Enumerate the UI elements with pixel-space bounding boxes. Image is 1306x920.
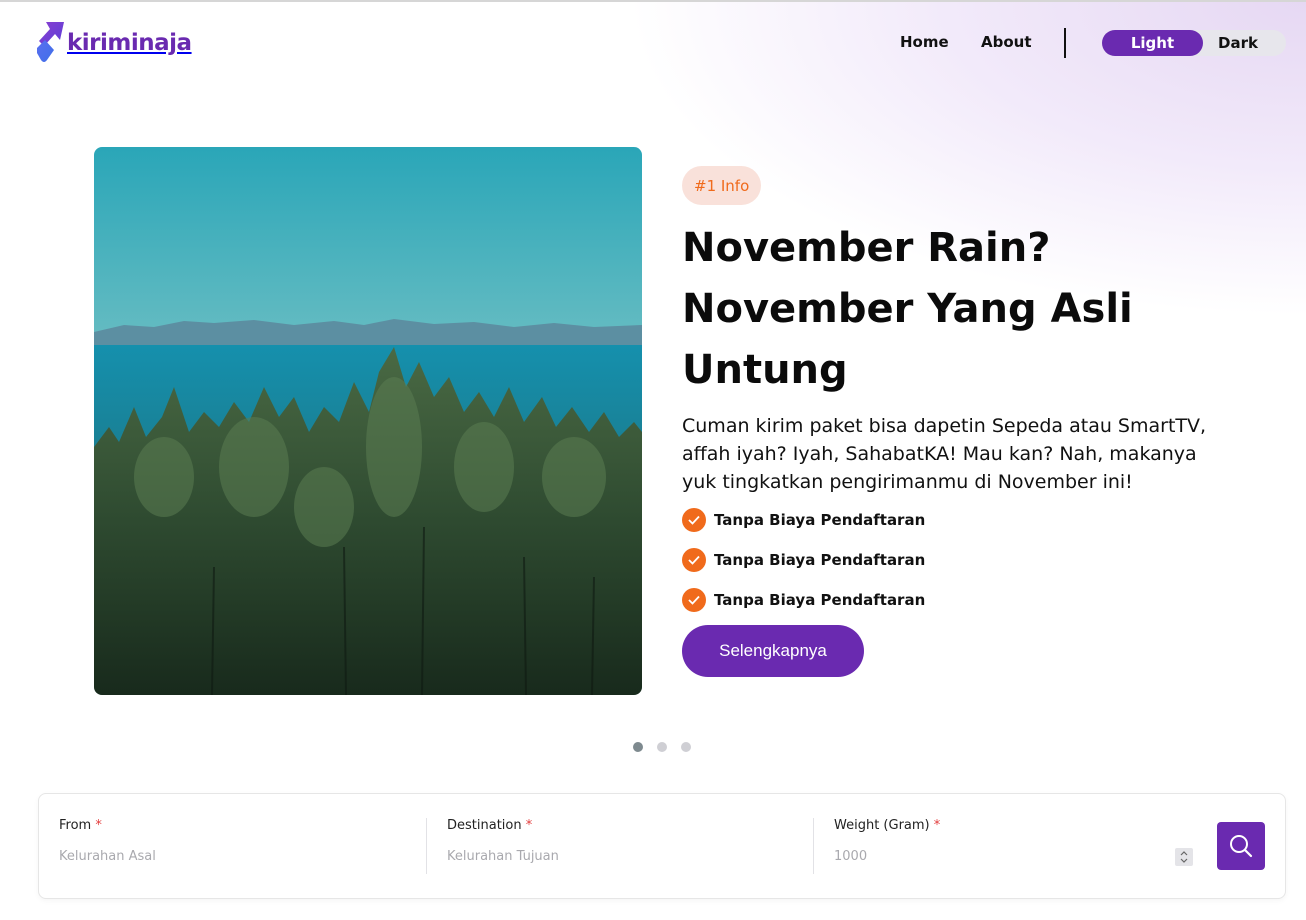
logo[interactable]: kiriminaja [36,20,192,64]
check-icon [682,548,706,572]
theme-dark-button[interactable]: Dark [1203,30,1273,56]
weight-label-text: Weight (Gram) [834,818,930,833]
required-mark: * [95,818,102,833]
logo-text: kiriminaja [67,30,192,56]
shipping-search-form: From * Destination * Weight (Gram) * [38,793,1286,899]
selengkapnya-button[interactable]: Selengkapnya [682,625,864,677]
nav-home[interactable]: Home [900,33,949,51]
carousel-dot-2[interactable] [657,742,667,752]
benefit-item: Tanpa Biaya Pendaftaran [682,588,925,612]
field-divider [426,818,427,874]
carousel-dot-3[interactable] [681,742,691,752]
benefit-label: Tanpa Biaya Pendaftaran [714,551,926,569]
logo-arrow-icon [37,22,64,62]
hero-description: Cuman kirim paket bisa dapetin Sepeda at… [682,415,1207,493]
from-label-text: From [59,818,92,833]
weight-input[interactable] [834,846,1154,866]
headline-line-2: November Yang Asli [682,286,1133,332]
benefit-item: Tanpa Biaya Pendaftaran [682,508,925,532]
from-label: From * [59,818,419,833]
weight-label: Weight (Gram) * [834,818,1164,833]
nav-about[interactable]: About [981,33,1032,51]
hero-image [94,147,642,695]
from-input[interactable] [59,846,399,866]
required-mark: * [933,818,941,833]
theme-light-button[interactable]: Light [1102,30,1203,56]
destination-field: Destination * [447,818,807,866]
hero-headline: November Rain? November Yang Asli Untung [682,218,1242,401]
info-badge: #1 Info [682,166,762,205]
check-icon [682,508,706,532]
destination-input[interactable] [447,846,787,866]
headline-line-3: Untung [682,347,848,393]
weight-stepper[interactable] [1175,848,1193,866]
check-icon [682,588,706,612]
search-icon [1230,835,1253,858]
search-button[interactable] [1217,822,1265,870]
benefit-item: Tanpa Biaya Pendaftaran [682,548,925,572]
chevron-up-icon[interactable] [1180,851,1188,856]
headline-line-1: November Rain? [682,225,1051,271]
chevron-down-icon[interactable] [1180,858,1188,863]
field-divider [813,818,814,874]
theme-toggle: Light Dark [1102,30,1286,56]
top-border [0,0,1306,2]
destination-label: Destination * [447,818,807,833]
required-mark: * [525,818,533,833]
carousel-dot-1[interactable] [633,742,643,752]
weight-field: Weight (Gram) * [834,818,1164,866]
nav-divider [1064,28,1066,58]
from-field: From * [59,818,419,866]
benefit-label: Tanpa Biaya Pendaftaran [714,591,926,609]
destination-label-text: Destination [447,818,522,833]
benefit-label: Tanpa Biaya Pendaftaran [714,511,926,529]
